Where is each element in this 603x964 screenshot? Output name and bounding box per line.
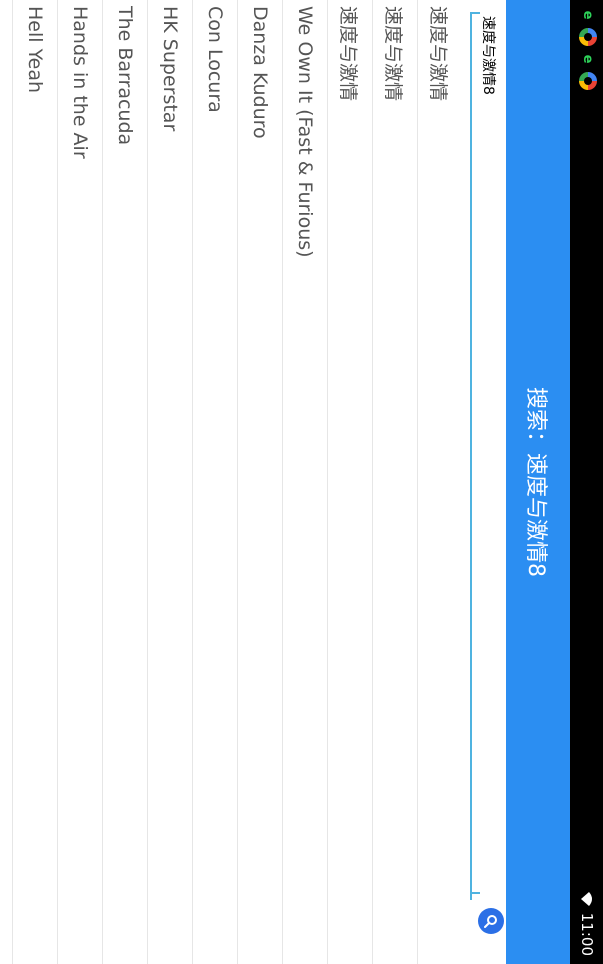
app-e-icon: e bbox=[580, 10, 596, 20]
app-bar: 搜索：速度与激情8 bbox=[506, 0, 570, 964]
status-bar: e e 11:00 bbox=[570, 0, 603, 964]
list-item[interactable]: HK Superstar bbox=[147, 0, 192, 964]
page-title: 搜索：速度与激情8 bbox=[523, 387, 548, 577]
list-item[interactable]: 速度与激情 bbox=[327, 0, 372, 964]
search-icon bbox=[484, 915, 497, 928]
search-underline-right bbox=[470, 892, 480, 894]
list-item[interactable]: Danza Kuduro bbox=[237, 0, 282, 964]
notification-icons: e e bbox=[579, 6, 597, 90]
status-right: 11:00 bbox=[578, 891, 596, 956]
list-item[interactable]: We Own It (Fast & Furious) bbox=[282, 0, 327, 964]
search-underline-left bbox=[470, 12, 480, 14]
chrome-icon bbox=[579, 28, 597, 46]
list-item[interactable]: Hands in the Air bbox=[57, 0, 102, 964]
results-list: 速度与激情 速度与激情 速度与激情 We Own It (Fast & Furi… bbox=[0, 0, 462, 964]
list-item[interactable]: 速度与激情 bbox=[417, 0, 462, 964]
wifi-icon bbox=[581, 891, 592, 906]
chrome-icon bbox=[579, 72, 597, 90]
clock: 11:00 bbox=[578, 912, 596, 956]
list-item[interactable]: Carlito Marron bbox=[0, 0, 12, 964]
search-input[interactable] bbox=[470, 12, 506, 900]
list-item[interactable]: Hell Yeah bbox=[12, 0, 57, 964]
app-e-icon: e bbox=[580, 54, 596, 64]
list-item[interactable]: The Barracuda bbox=[102, 0, 147, 964]
list-item[interactable]: Con Locura bbox=[192, 0, 237, 964]
screen: e e 11:00 搜索：速度与激情8 速度与激情 速度与激情 速度与激情 bbox=[0, 0, 603, 964]
search-row bbox=[462, 0, 506, 964]
list-item[interactable]: 速度与激情 bbox=[372, 0, 417, 964]
search-button[interactable] bbox=[478, 908, 504, 934]
